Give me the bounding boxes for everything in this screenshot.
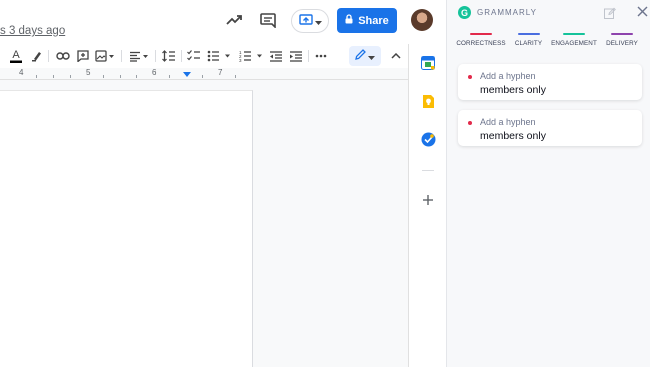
- tab-label: CLARITY: [514, 40, 543, 47]
- document-page[interactable]: [0, 90, 253, 367]
- editing-mode-button[interactable]: [349, 46, 381, 66]
- tab-delivery[interactable]: DELIVERY: [604, 33, 640, 49]
- grammarly-logo-icon: G: [458, 6, 471, 19]
- align-icon[interactable]: [128, 48, 150, 64]
- grammarly-panel: G GRAMMARLY CORRECTNESS CLARITY ENGAGEME…: [446, 0, 650, 367]
- suggestion-card[interactable]: Add a hyphen members only: [458, 110, 642, 146]
- activity-trend-icon[interactable]: [224, 10, 244, 30]
- increase-indent-icon[interactable]: [288, 48, 304, 64]
- ruler-tick: [169, 75, 170, 78]
- document-canvas: [0, 80, 408, 367]
- suggestion-text: members only: [480, 130, 546, 142]
- suggestion-hint: Add a hyphen: [480, 117, 536, 127]
- image-icon[interactable]: [94, 48, 116, 64]
- engagement-bar: [563, 33, 585, 35]
- clarity-bar: [517, 33, 540, 35]
- app-window: s 3 days ago Share A 1 2 3 4 5 6 7 G GRA…: [0, 0, 650, 367]
- present-icon: [298, 12, 313, 30]
- correctness-dot: [468, 121, 472, 125]
- ruler-number: 4: [19, 68, 24, 77]
- edit-mode-pencil-icon: [355, 47, 366, 65]
- highlight-icon[interactable]: [30, 48, 44, 64]
- add-icon[interactable]: [420, 192, 436, 208]
- svg-text:A: A: [12, 49, 20, 61]
- toolbar-divider: [308, 50, 309, 62]
- ruler-tick: [235, 75, 236, 78]
- ruler-tick: [120, 75, 121, 78]
- ruler-tick: [103, 75, 104, 78]
- toolbar-divider: [155, 50, 156, 62]
- side-panel-divider: [422, 170, 434, 171]
- numbered-list-icon[interactable]: 123: [238, 48, 264, 64]
- decrease-indent-icon[interactable]: [268, 48, 284, 64]
- grammarly-title: GRAMMARLY: [477, 8, 537, 17]
- delivery-bar: [611, 33, 633, 35]
- docs-header: s 3 days ago Share: [0, 0, 433, 44]
- bulleted-list-icon[interactable]: [206, 48, 232, 64]
- tab-correctness[interactable]: CORRECTNESS: [456, 33, 506, 49]
- ruler-tick: [136, 75, 137, 78]
- suggestion-text: members only: [480, 84, 546, 96]
- comment-icon[interactable]: [258, 10, 278, 30]
- ruler-tick: [53, 75, 54, 78]
- present-button[interactable]: [291, 9, 329, 33]
- ruler-tick: [202, 75, 203, 78]
- collapse-icon[interactable]: [389, 48, 403, 64]
- tab-clarity[interactable]: CLARITY: [510, 33, 547, 49]
- tab-engagement[interactable]: ENGAGEMENT: [551, 33, 597, 49]
- keep-icon[interactable]: [420, 93, 436, 109]
- ruler-number: 7: [218, 68, 223, 77]
- correctness-bar: [470, 33, 492, 35]
- horizontal-ruler: 4 5 6 7: [0, 68, 408, 80]
- link-icon[interactable]: [55, 48, 71, 64]
- calendar-icon[interactable]: [420, 55, 436, 71]
- last-edit-link[interactable]: s 3 days ago: [0, 25, 65, 37]
- toolbar-divider: [181, 50, 182, 62]
- lock-icon: [345, 14, 353, 27]
- avatar[interactable]: [411, 9, 433, 31]
- toolbar-divider: [121, 50, 122, 62]
- ruler-tick: [36, 75, 37, 78]
- line-spacing-icon[interactable]: [161, 48, 177, 64]
- checklist-icon[interactable]: [186, 48, 202, 64]
- compose-icon[interactable]: [604, 6, 616, 19]
- chevron-down-icon: [368, 47, 375, 65]
- svg-text:3: 3: [239, 58, 242, 62]
- formatting-toolbar: A 123: [0, 44, 408, 68]
- toolbar-divider: [48, 50, 49, 62]
- add-comment-icon[interactable]: [76, 48, 90, 64]
- chevron-down-icon: [314, 12, 322, 30]
- ruler-number: 6: [152, 68, 157, 77]
- close-icon[interactable]: [636, 5, 649, 18]
- correctness-dot: [468, 75, 472, 79]
- ruler-tick: [70, 75, 71, 78]
- tab-label: CORRECTNESS: [456, 40, 506, 47]
- ruler-number: 5: [86, 68, 91, 77]
- tab-label: DELIVERY: [606, 40, 638, 47]
- tasks-icon[interactable]: [420, 131, 436, 147]
- right-indent-marker[interactable]: [183, 72, 191, 77]
- tab-label: ENGAGEMENT: [551, 40, 597, 47]
- share-button[interactable]: Share: [337, 8, 397, 33]
- share-label: Share: [358, 14, 389, 27]
- suggestion-hint: Add a hyphen: [480, 71, 536, 81]
- side-panel: [408, 44, 446, 367]
- text-color-icon[interactable]: A: [9, 48, 23, 64]
- suggestion-card[interactable]: Add a hyphen members only: [458, 64, 642, 100]
- more-icon[interactable]: [313, 48, 329, 64]
